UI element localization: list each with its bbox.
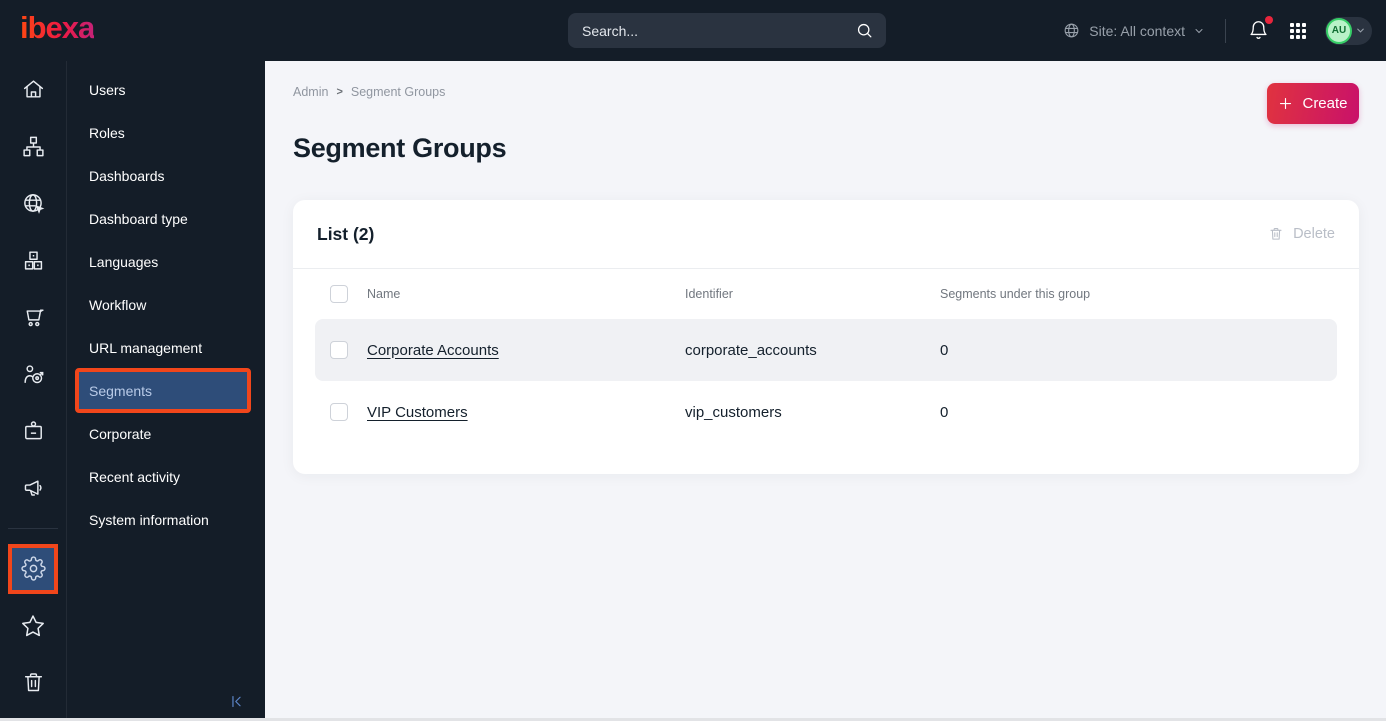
- rail-item-settings-active[interactable]: [0, 540, 67, 597]
- create-button[interactable]: Create: [1267, 83, 1359, 124]
- settings-highlight-annotation[interactable]: [8, 543, 58, 594]
- sidebar-item-users[interactable]: Users: [67, 68, 265, 111]
- list-title: List (2): [317, 223, 375, 244]
- page-title: Segment Groups: [293, 133, 507, 163]
- site-context-label: Site: All context: [1089, 22, 1185, 39]
- sitemap-icon: [22, 136, 44, 157]
- cell-segments-count: 0: [940, 403, 949, 421]
- column-header-identifier: Identifier: [685, 287, 733, 301]
- column-header-segments: Segments under this group: [940, 287, 1091, 301]
- create-button-label: Create: [1302, 95, 1348, 112]
- rail-item-product-catalog[interactable]: [0, 232, 67, 289]
- table-row[interactable]: VIP Customers vip_customers 0: [315, 381, 1337, 443]
- rail-item-trash[interactable]: [0, 654, 67, 711]
- top-bar: ibexa Site: All context AU: [0, 0, 1386, 61]
- segment-group-link[interactable]: Corporate Accounts: [367, 342, 499, 359]
- sidebar-item-workflow[interactable]: Workflow: [67, 283, 265, 326]
- row-checkbox[interactable]: [330, 403, 348, 421]
- list-card-header: List (2) Delete: [293, 200, 1359, 269]
- star-icon: [22, 614, 44, 636]
- customer-target-icon: [23, 365, 43, 384]
- notifications-button[interactable]: [1246, 16, 1273, 43]
- breadcrumb-segment-groups[interactable]: Segment Groups: [351, 84, 446, 100]
- home-icon: [23, 80, 43, 98]
- global-search[interactable]: [568, 13, 886, 48]
- notification-dot: [1265, 16, 1273, 24]
- rail-item-commerce[interactable]: [0, 289, 67, 346]
- rail-item-personalization[interactable]: [0, 346, 67, 403]
- segment-groups-table: Name Identifier Segments under this grou…: [293, 269, 1359, 474]
- delete-button-label: Delete: [1293, 226, 1335, 242]
- table-row[interactable]: Corporate Accounts corporate_accounts 0: [315, 319, 1337, 381]
- sidebar-item-segments[interactable]: Segments: [75, 368, 251, 413]
- cart-icon: [26, 309, 44, 327]
- list-card: List (2) Delete Name Identifier Segments…: [293, 200, 1359, 474]
- trash-icon: [24, 673, 42, 692]
- sidebar: Users Roles Dashboards Dashboard type La…: [67, 61, 265, 718]
- breadcrumb-admin[interactable]: Admin: [293, 84, 328, 100]
- id-badge-icon: [24, 421, 42, 440]
- select-all-checkbox[interactable]: [330, 285, 348, 303]
- rail-item-subscriptions[interactable]: [0, 403, 67, 460]
- column-header-name: Name: [367, 287, 401, 301]
- sidebar-item-corporate[interactable]: Corporate: [67, 412, 265, 455]
- rail-item-bookmarks[interactable]: [0, 597, 67, 654]
- breadcrumb-separator: >: [336, 86, 343, 98]
- breadcrumb: Admin > Segment Groups: [293, 84, 1359, 100]
- segment-group-link[interactable]: VIP Customers: [367, 404, 468, 421]
- chevron-down-icon: [1355, 25, 1366, 36]
- table-header-row: Name Identifier Segments under this grou…: [315, 269, 1337, 319]
- grid-icon: [1290, 22, 1306, 39]
- cell-identifier: corporate_accounts: [685, 341, 817, 359]
- chevron-down-icon: [1193, 25, 1205, 37]
- sidebar-item-dashboards[interactable]: Dashboards: [67, 154, 265, 197]
- rail-item-site[interactable]: [0, 175, 67, 232]
- row-checkbox[interactable]: [330, 341, 348, 359]
- rail-divider: [8, 528, 58, 529]
- sidebar-collapse-button[interactable]: [228, 693, 245, 710]
- boxes-icon: [24, 251, 42, 270]
- cell-segments-count: 0: [940, 341, 949, 359]
- main-content: Admin > Segment Groups Create Segment Gr…: [265, 61, 1386, 718]
- ibexa-logo[interactable]: ibexa: [20, 12, 95, 49]
- sidebar-item-url-management[interactable]: URL management: [67, 326, 265, 369]
- sidebar-item-recent-activity[interactable]: Recent activity: [67, 455, 265, 498]
- sidebar-item-languages[interactable]: Languages: [67, 240, 265, 283]
- icon-rail: [0, 61, 67, 718]
- site-context-selector[interactable]: Site: All context: [1062, 21, 1205, 40]
- globe-icon: [1062, 21, 1081, 40]
- sidebar-item-system-information[interactable]: System information: [67, 498, 265, 541]
- globe-cursor-icon: [23, 194, 44, 214]
- megaphone-icon: [24, 480, 42, 496]
- collapse-icon: [232, 695, 241, 708]
- sidebar-item-roles[interactable]: Roles: [67, 111, 265, 154]
- topbar-divider: [1225, 18, 1226, 43]
- search-input[interactable]: [582, 22, 855, 39]
- cell-identifier: vip_customers: [685, 403, 782, 421]
- rail-item-home[interactable]: [0, 61, 67, 118]
- delete-button[interactable]: Delete: [1268, 226, 1335, 242]
- plus-icon: [1280, 97, 1292, 110]
- avatar: AU: [1326, 17, 1352, 44]
- rail-item-content-tree[interactable]: [0, 118, 67, 175]
- rail-item-marketing[interactable]: [0, 460, 67, 517]
- sidebar-item-dashboard-type[interactable]: Dashboard type: [67, 197, 265, 240]
- trash-icon: [1270, 228, 1282, 240]
- app-switcher-button[interactable]: [1287, 20, 1309, 42]
- gear-icon: [20, 556, 46, 581]
- search-icon[interactable]: [855, 21, 874, 40]
- user-menu[interactable]: AU: [1325, 16, 1372, 45]
